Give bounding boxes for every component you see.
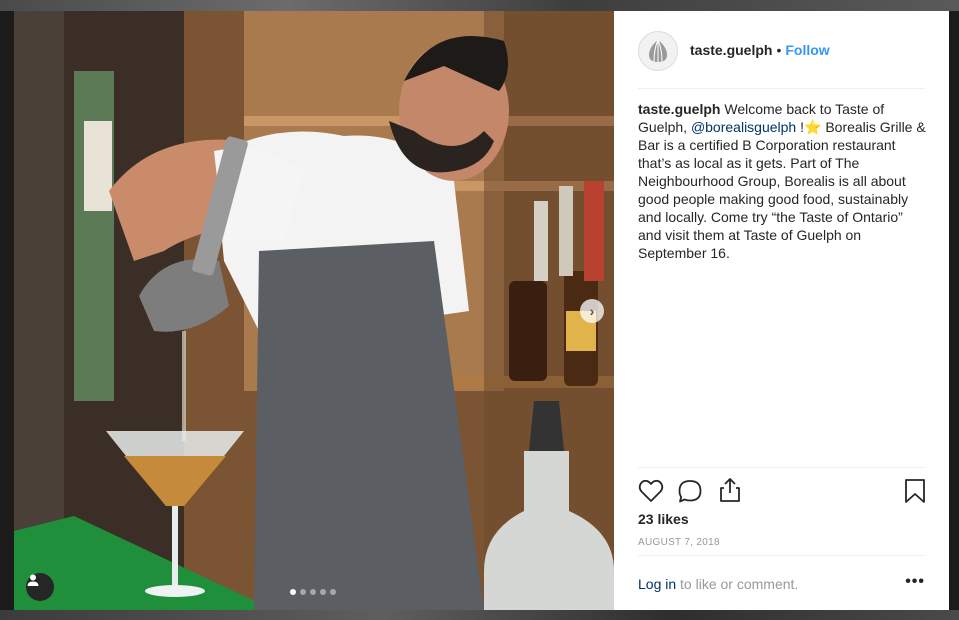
comment-icon [678, 480, 702, 503]
carousel-dot [330, 589, 336, 595]
post-header: taste.guelph • Follow [638, 31, 925, 89]
background-feed-top [0, 0, 959, 11]
carousel-dot [310, 589, 316, 595]
follow-button[interactable]: Follow [785, 42, 829, 58]
avatar[interactable] [638, 31, 678, 71]
comment-button[interactable] [677, 479, 703, 509]
login-prompt: Log in to like or comment. [638, 576, 798, 592]
post-side-panel: taste.guelph • Follow taste.guelph Welco… [614, 11, 949, 610]
post-date: AUGUST 7, 2018 [638, 537, 720, 548]
chevron-right-icon: › [589, 303, 595, 319]
caption-mention[interactable]: @borealisguelph [691, 119, 796, 135]
share-icon [720, 478, 740, 502]
comment-divider [638, 555, 925, 556]
heart-icon [638, 479, 664, 502]
header-separator: • [776, 42, 782, 58]
carousel-dot [300, 589, 306, 595]
save-button[interactable] [904, 478, 926, 509]
carousel-indicator [290, 589, 336, 595]
user-tag-icon [27, 574, 39, 586]
like-count[interactable]: 23 likes [638, 511, 689, 527]
share-button[interactable] [718, 477, 742, 508]
like-button[interactable] [638, 479, 664, 508]
actions-divider [638, 467, 925, 468]
carousel-dot-active [290, 589, 296, 595]
post-caption: taste.guelph Welcome back to Taste of Gu… [638, 100, 928, 262]
bartender-photo-illustration [14, 11, 614, 610]
caption-text-3: Borealis Grille & Bar is a certified B C… [638, 119, 926, 261]
next-image-button[interactable]: › [580, 299, 604, 323]
post-modal: › taste.guelph • Follow taste.guelph Wel… [14, 11, 949, 610]
login-prompt-text: to like or comment. [676, 576, 799, 592]
post-photo[interactable]: › [14, 11, 614, 610]
caption-username[interactable]: taste.guelph [638, 101, 720, 117]
logo-icon [649, 39, 667, 63]
carousel-dot [320, 589, 326, 595]
user-tag-button[interactable] [26, 573, 54, 601]
bookmark-icon [905, 479, 925, 503]
login-link[interactable]: Log in [638, 576, 676, 592]
star-emoji: ⭐ [804, 119, 822, 135]
background-feed-bottom [0, 610, 959, 620]
more-options-button[interactable]: ••• [905, 573, 925, 591]
header-username[interactable]: taste.guelph [690, 42, 772, 58]
caption-text-2: ! [796, 119, 804, 135]
